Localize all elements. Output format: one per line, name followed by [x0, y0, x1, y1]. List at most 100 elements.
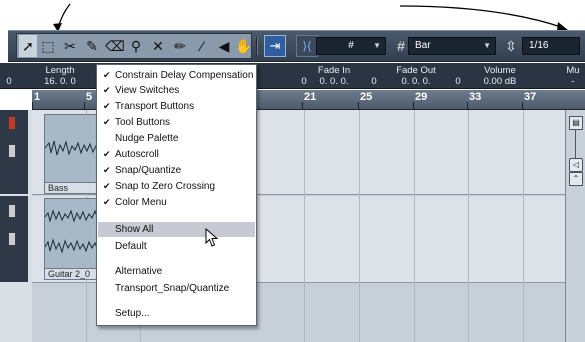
range-selection-icon[interactable]: ⬚	[39, 35, 57, 57]
ruler-tick: 29	[415, 91, 428, 103]
zoom-slider-thumb[interactable]: ◁	[569, 158, 583, 172]
menu-item-transport-snap-quantize[interactable]: Transport_Snap/Quantize	[98, 281, 255, 296]
audio-event-guitar[interactable]: Guitar 2_0	[44, 198, 106, 280]
scroll-up-icon[interactable]: ⌃	[569, 172, 583, 186]
menu-item-transport-buttons[interactable]: ✔ Transport Buttons	[98, 99, 255, 114]
menu-item-color-menu[interactable]: ✔ Color Menu	[98, 195, 255, 210]
snap-zero-crossing-button[interactable]: ⟩⟨	[296, 35, 318, 57]
ruler-tick-mark	[32, 102, 33, 109]
menu-item-show-all[interactable]: Show All	[98, 222, 255, 237]
menu-separator	[100, 258, 253, 259]
ruler-tick-mark	[467, 102, 468, 109]
menu-item-nudge-palette[interactable]: Nudge Palette	[98, 131, 255, 146]
object-selection-icon[interactable]: ➚	[19, 35, 37, 57]
grid-line	[359, 110, 360, 342]
mouse-pointer-icon	[205, 228, 219, 247]
ruler-tick-mark	[84, 102, 85, 109]
chevron-down-icon: ▼	[483, 41, 491, 50]
quantize-icon: ⇳	[505, 38, 517, 54]
menu-item-snap-zero-crossing[interactable]: ✔ Snap to Zero Crossing	[98, 179, 255, 194]
mute-label: Mu	[566, 65, 580, 76]
checkmark-icon: ✔	[103, 117, 111, 127]
glue-icon[interactable]: ✎	[83, 35, 101, 57]
ruler-tick-mark	[358, 102, 359, 109]
play-icon[interactable]: ◀	[215, 35, 233, 57]
snap-on-off-button[interactable]: ⇥	[264, 35, 286, 57]
event-name: Bass	[45, 182, 103, 193]
mute-icon[interactable]: ✕	[149, 35, 167, 57]
grid-type-value: Bar	[415, 40, 431, 51]
right-annotation-arrow	[399, 5, 565, 29]
menu-item-alternative[interactable]: Alternative	[98, 264, 255, 279]
zoom-slider-icon[interactable]: ▤	[569, 116, 583, 130]
length-label: Length	[45, 65, 75, 76]
mute-value: -	[571, 76, 575, 87]
track-edit-tab[interactable]	[8, 144, 16, 158]
toolbar: ➚ ⬚ ✂ ✎ ⌫ ⚲ ✕ ✏ ⁄ ◀ ✋ ⇥ ⟩⟨ # ▼ # Bar ▼ ⇳ 1…	[8, 30, 585, 62]
menu-item-view-switches[interactable]: ✔ View Switches	[98, 83, 255, 98]
info-fade-out[interactable]: Fade Out 0. 0. 0.	[380, 65, 452, 87]
toolbar-divider	[256, 37, 258, 55]
snap-mode-value: #	[348, 40, 354, 51]
draw-icon[interactable]: ✏	[171, 35, 189, 57]
audio-event-bass[interactable]: Bass	[44, 114, 106, 194]
ruler-tick-mark	[522, 102, 523, 109]
grid-line	[414, 110, 415, 342]
tool-buttons-strip: ➚ ⬚ ✂ ✎ ⌫ ⚲ ✕ ✏ ⁄ ◀ ✋	[16, 33, 253, 59]
zoom-icon[interactable]: ⚲	[127, 35, 145, 57]
fade-in-value: 0. 0. 0.	[319, 76, 349, 87]
fade-in-label: Fade In	[317, 65, 351, 76]
zoom-slider-track	[575, 130, 576, 160]
info-fade-in[interactable]: Fade In 0. 0. 0.	[302, 65, 366, 87]
ruler-tick: 25	[360, 91, 373, 103]
grid-type-dropdown[interactable]: Bar ▼	[408, 37, 496, 55]
event-name: Guitar 2_0	[45, 268, 103, 279]
ruler-tick: 21	[304, 91, 317, 103]
menu-item-autoscroll[interactable]: ✔ Autoscroll	[98, 147, 255, 162]
line-icon[interactable]: ⁄	[193, 35, 211, 57]
menu-item-default[interactable]: Default	[98, 239, 255, 254]
track-edit-tab[interactable]	[8, 204, 16, 218]
record-enable-icon[interactable]	[8, 116, 16, 130]
fade-out-value: 0. 0. 0.	[401, 76, 431, 87]
menu-item-setup[interactable]: Setup...	[98, 306, 255, 321]
checkmark-icon: ✔	[103, 165, 111, 175]
info-line: 0 Length 16. 0. 0 0 Fade In 0. 0. 0. 0 F…	[0, 63, 585, 89]
menu-separator	[100, 300, 253, 301]
chevron-down-icon: ▼	[373, 41, 381, 50]
vertical-zoom-bar[interactable]: ▤ ◁ ⌃	[565, 110, 585, 342]
info-fade-out-suffix: 0	[455, 76, 461, 87]
info-left-zero: 0	[6, 76, 12, 87]
quantize-value-dropdown[interactable]: 1/16	[522, 37, 580, 55]
menu-separator	[100, 215, 253, 216]
info-mute[interactable]: Mu -	[562, 65, 584, 87]
checkmark-icon: ✔	[103, 149, 111, 159]
erase-icon[interactable]: ⌫	[105, 35, 125, 57]
menu-item-snap-quantize[interactable]: ✔ Snap/Quantize	[98, 163, 255, 178]
quantize-value: 1/16	[529, 40, 549, 51]
ruler-tick-mark	[413, 102, 414, 109]
checkmark-icon: ✔	[103, 181, 111, 191]
menu-item-tool-buttons[interactable]: ✔ Tool Buttons	[98, 115, 255, 130]
info-length[interactable]: Length 16. 0. 0	[24, 65, 96, 87]
checkmark-icon: ✔	[103, 85, 111, 95]
info-volume[interactable]: Volume 0.00 dB	[464, 65, 536, 87]
ruler-tick: 1	[34, 91, 41, 103]
snap-mode-dropdown[interactable]: # ▼	[316, 37, 386, 55]
volume-value: 0.00 dB	[483, 76, 517, 87]
grid-line	[523, 110, 524, 342]
color-icon[interactable]: ✋	[235, 35, 253, 57]
grid-line	[304, 110, 305, 342]
checkmark-icon: ✔	[103, 70, 111, 80]
ruler-tick: 33	[469, 91, 482, 103]
split-icon[interactable]: ✂	[61, 35, 79, 57]
track-edit-tab[interactable]	[8, 232, 16, 246]
length-value: 16. 0. 0	[44, 76, 76, 87]
menu-item-constrain-delay[interactable]: ✔ Constrain Delay Compensation	[98, 68, 255, 83]
track-list-edge	[0, 110, 32, 342]
checkmark-icon: ✔	[103, 197, 111, 207]
toolbar-context-menu: ✔ Constrain Delay Compensation ✔ View Swit…	[96, 64, 257, 326]
ruler-tick-mark	[302, 102, 303, 109]
ruler-tick: 5	[86, 91, 93, 103]
ruler-tick: 37	[524, 91, 537, 103]
